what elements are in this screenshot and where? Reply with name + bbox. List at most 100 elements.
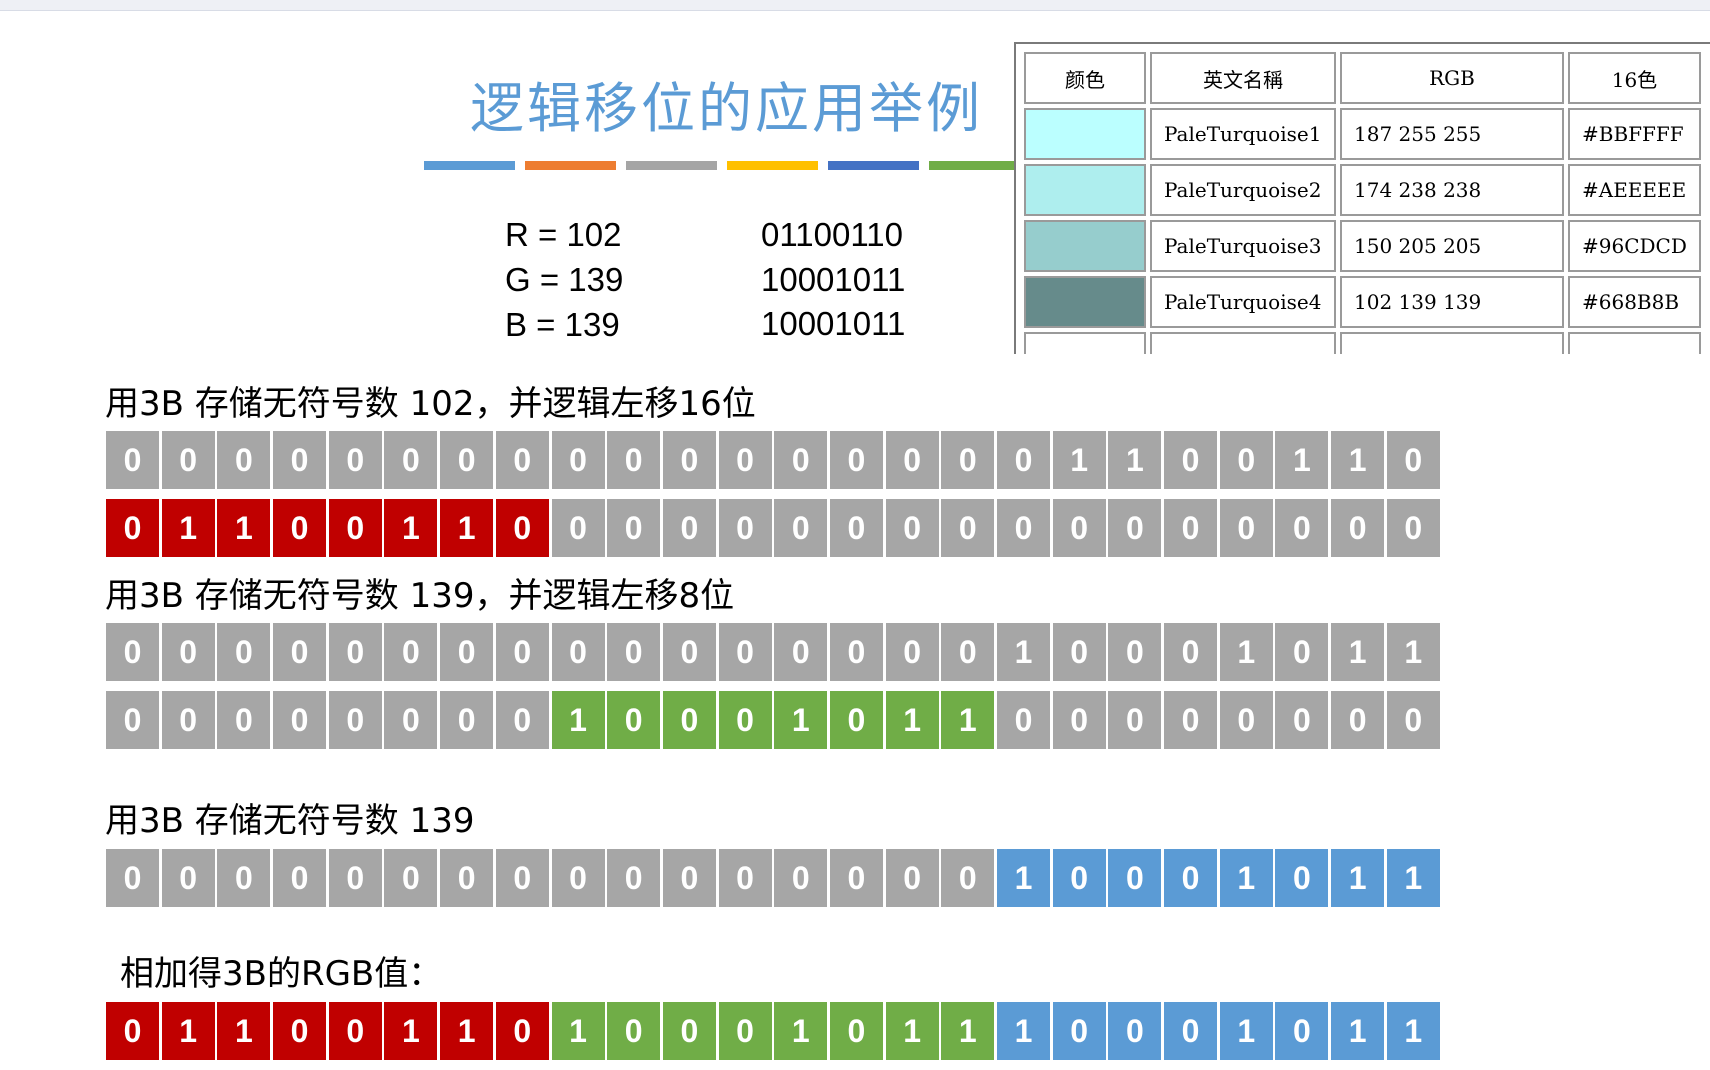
table-row: PaleTurquoise3 150 205 205 #96CDCD [1024,220,1701,272]
bit-cell: 1 [774,1002,828,1060]
color-swatch [1024,164,1146,216]
bit-cell: 1 [1219,849,1273,907]
bit-cell: 0 [607,691,661,749]
color-name: PaleTurquoise4 [1150,276,1336,328]
bit-cell: 0 [885,431,939,489]
bit-cell: 0 [1275,623,1329,681]
bit-cell: 0 [1219,499,1273,557]
g-value-label: G = 139 [505,261,624,298]
bit-cell: 1 [997,1002,1050,1060]
bit-cell: 1 [551,1002,605,1060]
color-rgb: 174 238 238 [1340,164,1564,216]
bit-cell: 0 [384,623,438,681]
bit-row-rgb-sum: 011001101000101110001011 [106,1002,1443,1060]
color-rgb: 187 255 255 [1340,108,1564,160]
bit-cell: 0 [440,431,494,489]
bit-cell: 0 [829,499,883,557]
bit-cell: 0 [328,499,382,557]
bit-cell: 0 [440,623,494,681]
bit-cell: 1 [1108,431,1162,489]
color-hex: #668B8B [1568,276,1701,328]
bit-cell: 0 [1275,1002,1329,1060]
bit-cell: 0 [328,431,382,489]
bit-cell: 1 [440,499,494,557]
bit-cell: 0 [217,623,271,681]
color-swatch [1024,220,1146,272]
bit-cell: 0 [885,499,939,557]
bit-cell: 0 [1386,499,1440,557]
empty-cell [1150,332,1336,354]
bit-cell: 0 [997,691,1050,749]
bit-cell: 0 [551,623,605,681]
bit-cell: 0 [273,849,327,907]
header-rgb: RGB [1340,52,1564,104]
bit-cell: 0 [1331,691,1385,749]
bit-row-r-shifted: 011001100000000000000000 [106,499,1443,557]
bit-cell: 1 [551,691,605,749]
bit-cell: 0 [106,1002,159,1060]
bit-cell: 0 [106,431,159,489]
bit-cell: 0 [1331,499,1385,557]
bit-cell: 0 [217,849,271,907]
bit-cell: 0 [774,849,828,907]
accent-bar-segment [828,161,919,170]
bit-cell: 0 [273,431,327,489]
bit-cell: 0 [718,431,772,489]
header-hex: 16色 [1568,52,1701,104]
bit-cell: 0 [1052,499,1106,557]
bit-cell: 0 [440,849,494,907]
bit-cell: 0 [774,431,828,489]
bit-cell: 0 [551,849,605,907]
bit-cell: 0 [885,849,939,907]
bit-cell: 0 [1108,849,1162,907]
bit-cell: 0 [1386,431,1440,489]
color-name: PaleTurquoise2 [1150,164,1336,216]
color-swatch [1024,108,1146,160]
bit-cell: 0 [718,691,772,749]
bit-cell: 0 [607,849,661,907]
bit-cell: 0 [328,623,382,681]
caption-g-shift: 用3B 存储无符号数 139，并逻辑左移8位 [105,576,735,616]
bit-cell: 0 [161,623,215,681]
bit-cell: 1 [1331,849,1385,907]
bit-cell: 0 [495,431,549,489]
bit-cell: 0 [328,691,382,749]
color-rgb: 102 139 139 [1340,276,1564,328]
color-swatch [1024,276,1146,328]
bit-cell: 0 [106,499,159,557]
bit-cell: 0 [106,691,159,749]
bit-cell: 1 [1275,431,1329,489]
bit-cell: 0 [1052,623,1106,681]
bit-cell: 1 [1219,623,1273,681]
bit-cell: 0 [328,1002,382,1060]
bit-cell: 0 [328,849,382,907]
color-hex: #96CDCD [1568,220,1701,272]
bit-cell: 1 [1331,1002,1385,1060]
bit-cell: 1 [941,1002,995,1060]
bit-cell: 0 [1275,691,1329,749]
bit-cell: 1 [217,1002,271,1060]
bit-cell: 0 [495,691,549,749]
bit-cell: 1 [217,499,271,557]
bit-cell: 0 [1052,1002,1106,1060]
bit-cell: 1 [997,849,1050,907]
bit-cell: 0 [1219,431,1273,489]
bit-cell: 1 [1331,431,1385,489]
b-binary: 10001011 [761,305,906,342]
bit-cell: 0 [1275,849,1329,907]
window-top-strip [0,0,1710,11]
bit-cell: 0 [607,499,661,557]
bit-cell: 0 [829,691,883,749]
bit-cell: 0 [829,849,883,907]
accent-bar-segment [424,161,515,170]
header-english-name: 英文名稱 [1150,52,1336,104]
bit-row-b-stored: 000000000000000010001011 [106,849,1443,907]
bit-cell: 0 [384,431,438,489]
accent-bar-segment [525,161,616,170]
bit-cell: 1 [941,691,995,749]
bit-cell: 0 [718,1002,772,1060]
bit-cell: 0 [607,1002,661,1060]
bit-cell: 0 [829,623,883,681]
bit-cell: 0 [161,691,215,749]
bit-cell: 0 [941,623,995,681]
